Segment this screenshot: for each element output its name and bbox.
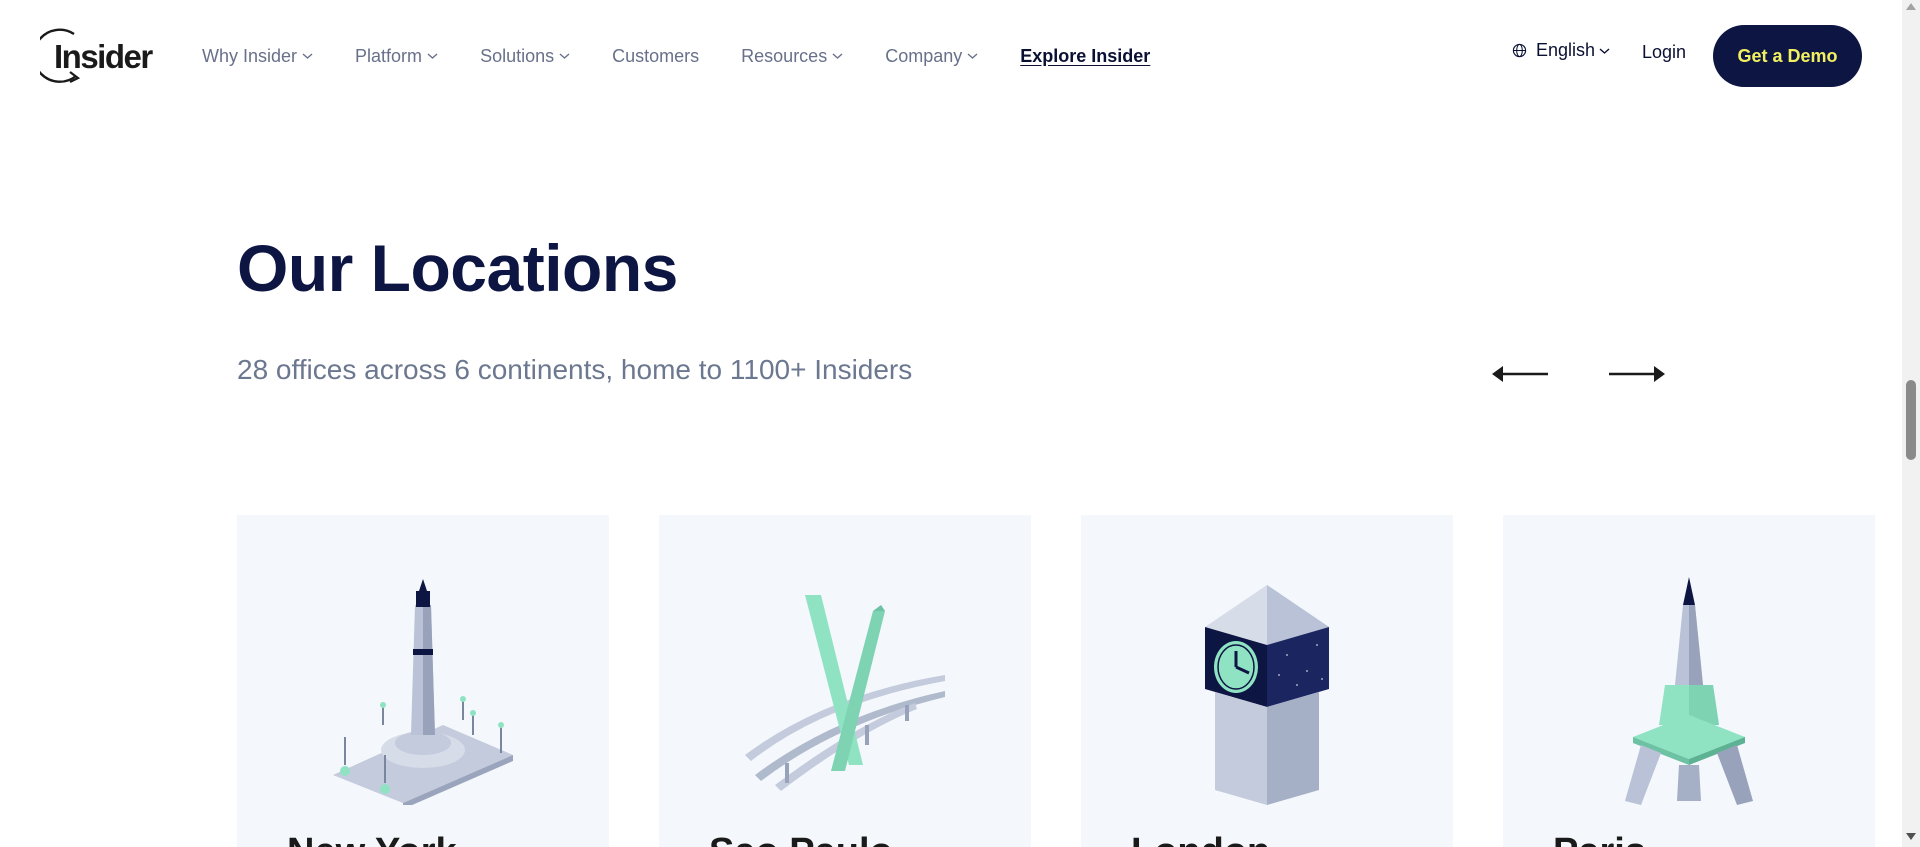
language-label: English bbox=[1536, 40, 1596, 60]
city-name: London bbox=[1131, 831, 1270, 847]
scroll-down-icon[interactable] bbox=[1906, 833, 1916, 840]
nav-label: Solutions bbox=[480, 45, 555, 66]
get-a-demo-button[interactable]: Get a Demo bbox=[1713, 25, 1862, 87]
section-title: Our Locations bbox=[237, 231, 678, 305]
logo-text: Insider bbox=[54, 38, 153, 75]
nav-why-insider[interactable]: Why Insider bbox=[202, 46, 313, 67]
insider-logo[interactable]: Insider bbox=[32, 26, 164, 86]
login-link[interactable]: Login bbox=[1642, 42, 1686, 63]
arrow-right-icon[interactable] bbox=[1605, 360, 1667, 388]
chevron-down-icon bbox=[967, 53, 978, 59]
language-selector[interactable]: English bbox=[1512, 40, 1610, 61]
scroll-thumb[interactable] bbox=[1906, 380, 1916, 460]
nav-customers[interactable]: Customers bbox=[612, 46, 699, 67]
bridge-icon bbox=[745, 595, 945, 791]
nav-label: Customers bbox=[612, 45, 700, 66]
chevron-down-icon bbox=[1599, 47, 1610, 54]
eiffel-tower-icon bbox=[1625, 577, 1753, 805]
location-card-paris[interactable]: Paris bbox=[1503, 515, 1875, 847]
nav-label: Resources bbox=[741, 45, 828, 66]
nav-solutions[interactable]: Solutions bbox=[480, 46, 570, 67]
clock-tower-icon bbox=[1205, 585, 1329, 805]
nav-company[interactable]: Company bbox=[885, 46, 978, 67]
chevron-down-icon bbox=[302, 53, 313, 59]
location-card-sao-paulo[interactable]: Sao Paulo bbox=[659, 515, 1031, 847]
monument-icon bbox=[333, 579, 513, 805]
nav-platform[interactable]: Platform bbox=[355, 46, 438, 67]
nav-label: Company bbox=[885, 45, 963, 66]
chevron-down-icon bbox=[832, 53, 843, 59]
city-name: New York bbox=[287, 831, 457, 847]
location-card-new-york[interactable]: New York bbox=[237, 515, 609, 847]
chevron-down-icon bbox=[427, 53, 438, 59]
nav-label: Why Insider bbox=[202, 45, 298, 66]
page-scrollbar[interactable] bbox=[1902, 0, 1920, 847]
site-header: Insider Why Insider Platform Solutions C… bbox=[0, 0, 1902, 112]
nav-label: Explore Insider bbox=[1020, 45, 1151, 66]
nav-resources[interactable]: Resources bbox=[741, 46, 843, 67]
scroll-up-icon[interactable] bbox=[1906, 3, 1916, 10]
section-subtitle: 28 offices across 6 continents, home to … bbox=[237, 354, 913, 385]
insider-logo-icon: Insider bbox=[32, 28, 155, 83]
globe-icon bbox=[1512, 43, 1527, 58]
nav-label: Platform bbox=[355, 45, 423, 66]
city-name: Paris bbox=[1553, 831, 1646, 847]
nav-explore-insider[interactable]: Explore Insider bbox=[1020, 46, 1150, 67]
chevron-down-icon bbox=[559, 53, 570, 59]
main-nav: Why Insider Platform Solutions Customers… bbox=[202, 0, 1192, 112]
location-card-london[interactable]: London bbox=[1081, 515, 1453, 847]
city-name: Sao Paulo bbox=[709, 831, 893, 847]
arrow-left-icon[interactable] bbox=[1490, 360, 1552, 388]
